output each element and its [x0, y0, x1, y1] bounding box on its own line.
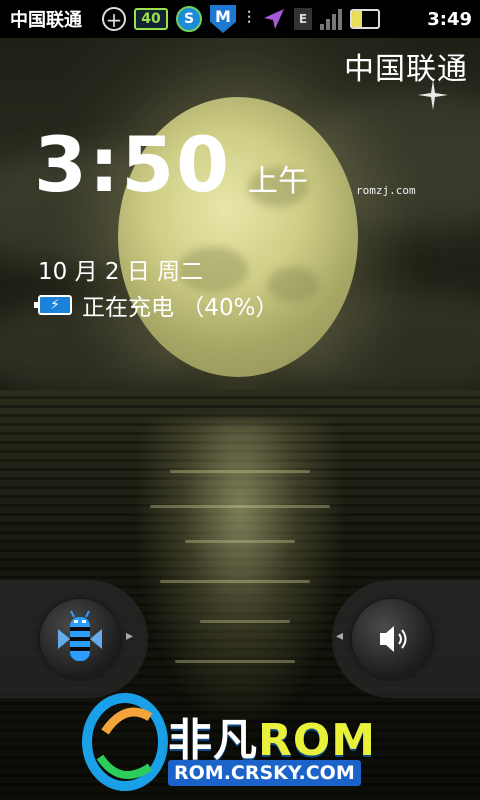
moon-reflection [140, 420, 340, 720]
watermark-brand: 非凡ROM [168, 704, 376, 768]
honeycomb-bugdroid-icon [58, 610, 102, 661]
lockscreen-carrier: 中国联通 [344, 52, 468, 87]
sound-toggle-tab[interactable]: ◂ [332, 580, 480, 698]
lockscreen-ampm: 上午 [248, 164, 308, 199]
signal-icon [320, 6, 342, 32]
watermark-url: ROM.CRSKY.COM [168, 760, 361, 786]
sound-toggle-handle[interactable] [352, 599, 432, 679]
lockscreen-date: 10 月 2 日 周二 [38, 259, 204, 285]
unlock-tab[interactable]: ▸ [0, 580, 148, 698]
lockscreen-clock: 3:50 [34, 120, 232, 209]
unlock-handle[interactable] [40, 599, 120, 679]
status-time: 3:49 [427, 8, 472, 30]
battery-percent-icon: 40 [134, 6, 168, 32]
sogou-icon: S [176, 6, 202, 32]
plus-circle-icon: + [102, 6, 126, 32]
watermark-small-text: romzj.com [356, 184, 416, 197]
charging-text: 正在充电 （40%） [82, 295, 279, 321]
speaker-icon [380, 626, 407, 652]
battery-charging-icon: ⚡ [350, 6, 380, 32]
battery-charging-icon: ⚡ [34, 295, 72, 315]
charging-status: ⚡ 正在充电 （40%） [34, 288, 279, 322]
status-bar: 中国联通 + 40 S M ⫶ E ⚡ 3:49 [0, 0, 480, 38]
security-shield-icon: M [210, 5, 236, 33]
chevron-right-icon: ▸ [126, 628, 134, 644]
usb-icon: ⫶ [246, 8, 252, 29]
watermark-brand-cn: 非凡 [168, 715, 258, 766]
watermark-brand-rom: ROM [258, 715, 377, 766]
edge-network-icon: E [294, 6, 312, 32]
location-arrow-icon [262, 6, 286, 32]
status-carrier: 中国联通 [10, 10, 82, 31]
chevron-left-icon: ◂ [336, 628, 344, 644]
sparkle-star-icon [418, 80, 448, 110]
